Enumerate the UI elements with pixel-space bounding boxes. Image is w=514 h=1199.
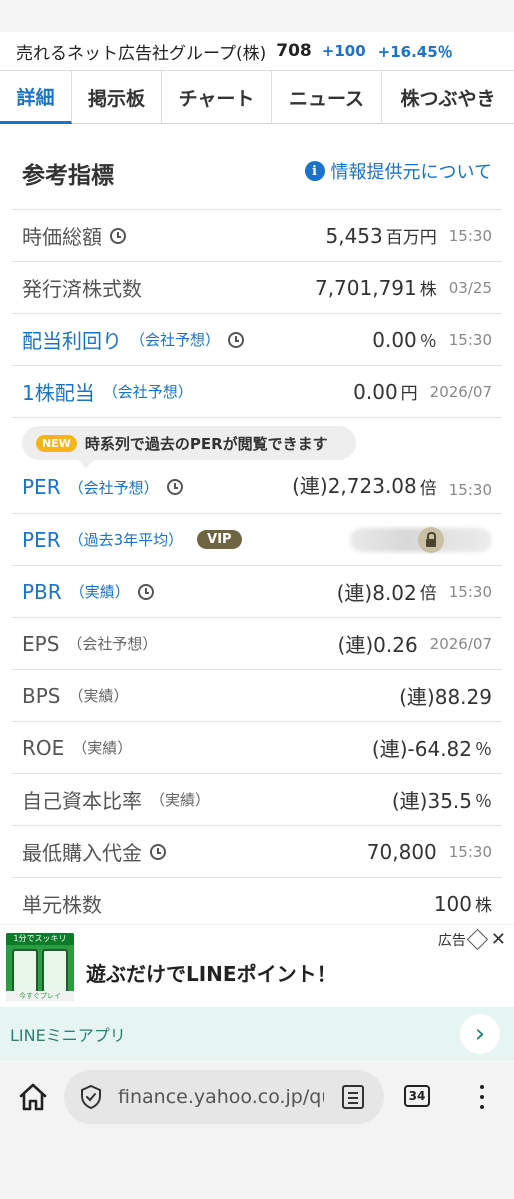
address-bar[interactable]: finance.yahoo.co.jp/qu bbox=[64, 1070, 384, 1124]
tab-tweets[interactable]: 株つぶやき bbox=[382, 71, 514, 124]
row-min-purchase: 最低購入代金 70,800 15:30 bbox=[12, 826, 502, 878]
row-eps: EPS （会社予想） (連)0.26 2026/07 bbox=[12, 618, 502, 670]
info-icon: i bbox=[304, 161, 325, 181]
unit-shares-value: 100 bbox=[433, 891, 472, 916]
reference-indicators-section: 参考指標 i 情報提供元について 時価総額 5,453 百万円 15:30 発行済株… bbox=[0, 124, 514, 924]
clock-icon bbox=[150, 843, 166, 860]
market-cap-label: 時価総額 bbox=[22, 221, 126, 250]
dividend-per-share-value: 0.00 bbox=[353, 379, 398, 404]
info-source-link[interactable]: i 情報提供元について bbox=[304, 158, 492, 184]
eps-label: EPS （会社予想） bbox=[22, 631, 158, 656]
shield-icon[interactable] bbox=[78, 1084, 104, 1110]
info-source-label: 情報提供元について bbox=[330, 162, 492, 183]
unit-shares-label: 単元株数 bbox=[22, 893, 102, 917]
ad-cta-label: LINEミニアプリ bbox=[10, 1026, 126, 1045]
ad-label: 広告 ✕ bbox=[437, 928, 506, 951]
equity-ratio-value: (連)35.5 bbox=[391, 789, 472, 813]
stock-price: 708 bbox=[276, 41, 312, 61]
stock-change: +100 bbox=[321, 42, 366, 60]
row-roe: ROE （実績） (連)-64.82 ％ bbox=[12, 722, 502, 774]
roe-value: (連)-64.82 bbox=[371, 737, 472, 761]
dividend-per-share-link[interactable]: 1株配当 （会社予想） bbox=[22, 377, 193, 406]
stock-header: 売れるネット広告社グループ(株) 708 +100 +16.45％ bbox=[0, 32, 514, 70]
browser-toolbar: finance.yahoo.co.jp/qu 34 bbox=[0, 1062, 514, 1199]
row-unit-shares: 単元株数 100 株 bbox=[12, 878, 502, 924]
tab-switcher-button[interactable]: 34 bbox=[404, 1085, 430, 1107]
ad-banner[interactable]: 広告 ✕ 1分でスッキリ 今すぐプレイ 遊ぶだけでLINEポイント！ LINEミ… bbox=[0, 924, 514, 1062]
equity-ratio-label: 自己資本比率 （実績） bbox=[22, 789, 211, 813]
section-title: 参考指標 bbox=[22, 163, 114, 189]
min-purchase-label: 最低購入代金 bbox=[22, 837, 166, 866]
dividend-yield-value: 0.00 bbox=[372, 327, 417, 352]
row-pbr: PBR （実績） (連)8.02 倍 15:30 bbox=[12, 566, 502, 618]
reader-mode-icon[interactable] bbox=[342, 1085, 364, 1109]
roe-label: ROE （実績） bbox=[22, 735, 133, 760]
dividend-yield-link[interactable]: 配当利回り （会社予想） bbox=[22, 325, 245, 354]
ad-thumbnail[interactable]: 1分でスッキリ 今すぐプレイ bbox=[6, 933, 74, 1001]
eps-value: (連)0.26 bbox=[337, 633, 418, 657]
row-bps: BPS （実績） (連)88.29 bbox=[12, 670, 502, 722]
per-3y-avg-link[interactable]: PER （過去3年平均） VIP bbox=[22, 528, 242, 552]
section-header: 参考指標 i 情報提供元について bbox=[0, 124, 514, 209]
pbr-value: (連)8.02 bbox=[336, 581, 417, 605]
pbr-link[interactable]: PBR （実績） bbox=[22, 580, 154, 604]
per-forecast-link[interactable]: PER （会社予想） bbox=[22, 475, 183, 499]
new-badge: NEW bbox=[36, 434, 77, 452]
bps-value: (連)88.29 bbox=[399, 685, 492, 709]
clock-icon bbox=[110, 227, 126, 244]
row-per-3y-avg: PER （過去3年平均） VIP bbox=[12, 514, 502, 566]
tab-news[interactable]: ニュース bbox=[272, 71, 382, 124]
bps-label: BPS （実績） bbox=[22, 683, 129, 708]
shares-issued-value: 7,701,791 bbox=[314, 275, 417, 300]
clock-icon bbox=[166, 479, 183, 495]
vip-badge: VIP bbox=[197, 530, 242, 549]
stock-change-pct: +16.45％ bbox=[377, 42, 453, 61]
tab-bar: 詳細 掲示板 チャート ニュース 株つぶやき bbox=[0, 70, 514, 124]
clock-icon bbox=[137, 583, 154, 600]
clock-icon bbox=[228, 331, 245, 348]
indicator-list: 時価総額 5,453 百万円 15:30 発行済株式数 7,701,791 株 03/2… bbox=[12, 209, 502, 924]
ad-headline[interactable]: 遊ぶだけでLINEポイント！ bbox=[86, 958, 337, 987]
home-icon[interactable] bbox=[16, 1080, 50, 1114]
chevron-right-icon[interactable]: › bbox=[460, 1014, 500, 1054]
per-forecast-value: (連)2,723.08 bbox=[292, 474, 417, 498]
url-text: finance.yahoo.co.jp/qu bbox=[118, 1086, 324, 1108]
close-icon[interactable]: ✕ bbox=[491, 929, 506, 950]
market-cap-value: 5,453 bbox=[325, 223, 383, 248]
row-market-cap: 時価総額 5,453 百万円 15:30 bbox=[12, 210, 502, 262]
row-equity-ratio: 自己資本比率 （実績） (連)35.5 ％ bbox=[12, 774, 502, 826]
status-area bbox=[0, 0, 514, 32]
ad-choices-icon[interactable] bbox=[466, 928, 489, 951]
min-purchase-value: 70,800 bbox=[366, 839, 437, 864]
row-dividend-yield: 配当利回り （会社予想） 0.00 ％ 15:30 bbox=[12, 314, 502, 366]
ad-cta-bar[interactable]: LINEミニアプリ › bbox=[0, 1007, 514, 1061]
tab-board[interactable]: 掲示板 bbox=[72, 71, 162, 124]
tab-details[interactable]: 詳細 bbox=[0, 71, 72, 124]
row-shares-issued: 発行済株式数 7,701,791 株 03/25 bbox=[12, 262, 502, 314]
row-per-forecast: NEW 時系列で過去のPERが閲覧できます PER （会社予想） (連)2,723… bbox=[12, 418, 502, 514]
lock-icon bbox=[418, 527, 444, 553]
row-dividend-per-share: 1株配当 （会社予想） 0.00 円 2026/07 bbox=[12, 366, 502, 418]
more-menu-icon[interactable] bbox=[472, 1082, 492, 1112]
shares-issued-label: 発行済株式数 bbox=[22, 277, 142, 301]
tab-chart[interactable]: チャート bbox=[162, 71, 272, 124]
stock-name: 売れるネット広告社グループ(株) bbox=[16, 43, 267, 64]
